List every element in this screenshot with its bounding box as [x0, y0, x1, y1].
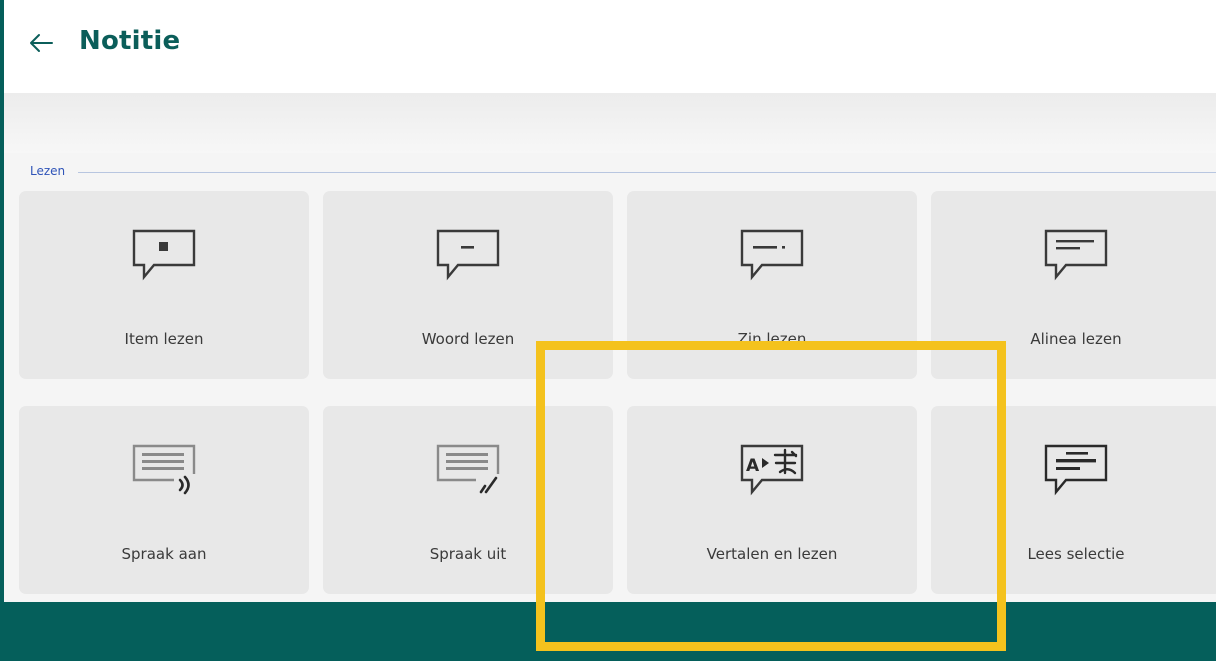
speech-bubble-sentence-icon: [740, 229, 804, 281]
tile-label: Item lezen: [124, 330, 204, 348]
tile-label: Lees selectie: [1027, 545, 1125, 563]
toolbar-shade: [4, 93, 1216, 153]
tile-label: Woord lezen: [421, 330, 515, 348]
svg-text:A: A: [746, 456, 760, 476]
tile-label: Alinea lezen: [1030, 330, 1122, 348]
speech-off-icon: [436, 444, 500, 496]
zin-lezen-button[interactable]: Zin lezen: [627, 191, 917, 379]
vertalen-en-lezen-button[interactable]: A Vertalen en lezen: [627, 406, 917, 594]
read-selection-icon: [1044, 444, 1108, 496]
item-lezen-button[interactable]: Item lezen: [19, 191, 309, 379]
tile-label: Zin lezen: [737, 330, 807, 348]
section-divider: [78, 172, 1216, 173]
speech-on-icon: [132, 444, 196, 496]
translate-icon: A: [740, 444, 804, 496]
woord-lezen-button[interactable]: Woord lezen: [323, 191, 613, 379]
section-label: Lezen: [30, 164, 66, 178]
lees-selectie-button[interactable]: Lees selectie: [931, 406, 1216, 594]
tile-label: Spraak aan: [121, 545, 207, 563]
alinea-lezen-button[interactable]: Alinea lezen: [931, 191, 1216, 379]
spraak-uit-button[interactable]: Spraak uit: [323, 406, 613, 594]
header-bar: Notitie: [4, 0, 1216, 93]
speech-bubble-dash-icon: [436, 229, 500, 281]
speech-bubble-paragraph-icon: [1044, 229, 1108, 281]
tile-label: Spraak uit: [429, 545, 507, 563]
tile-label: Vertalen en lezen: [706, 545, 838, 563]
speech-bubble-dot-icon: [132, 229, 196, 281]
spraak-aan-button[interactable]: Spraak aan: [19, 406, 309, 594]
app-window: Notitie Lezen Item lezen Woord lezen Zin…: [4, 0, 1216, 602]
page-title: Notitie: [79, 26, 181, 56]
arrow-left-icon[interactable]: [26, 28, 56, 58]
